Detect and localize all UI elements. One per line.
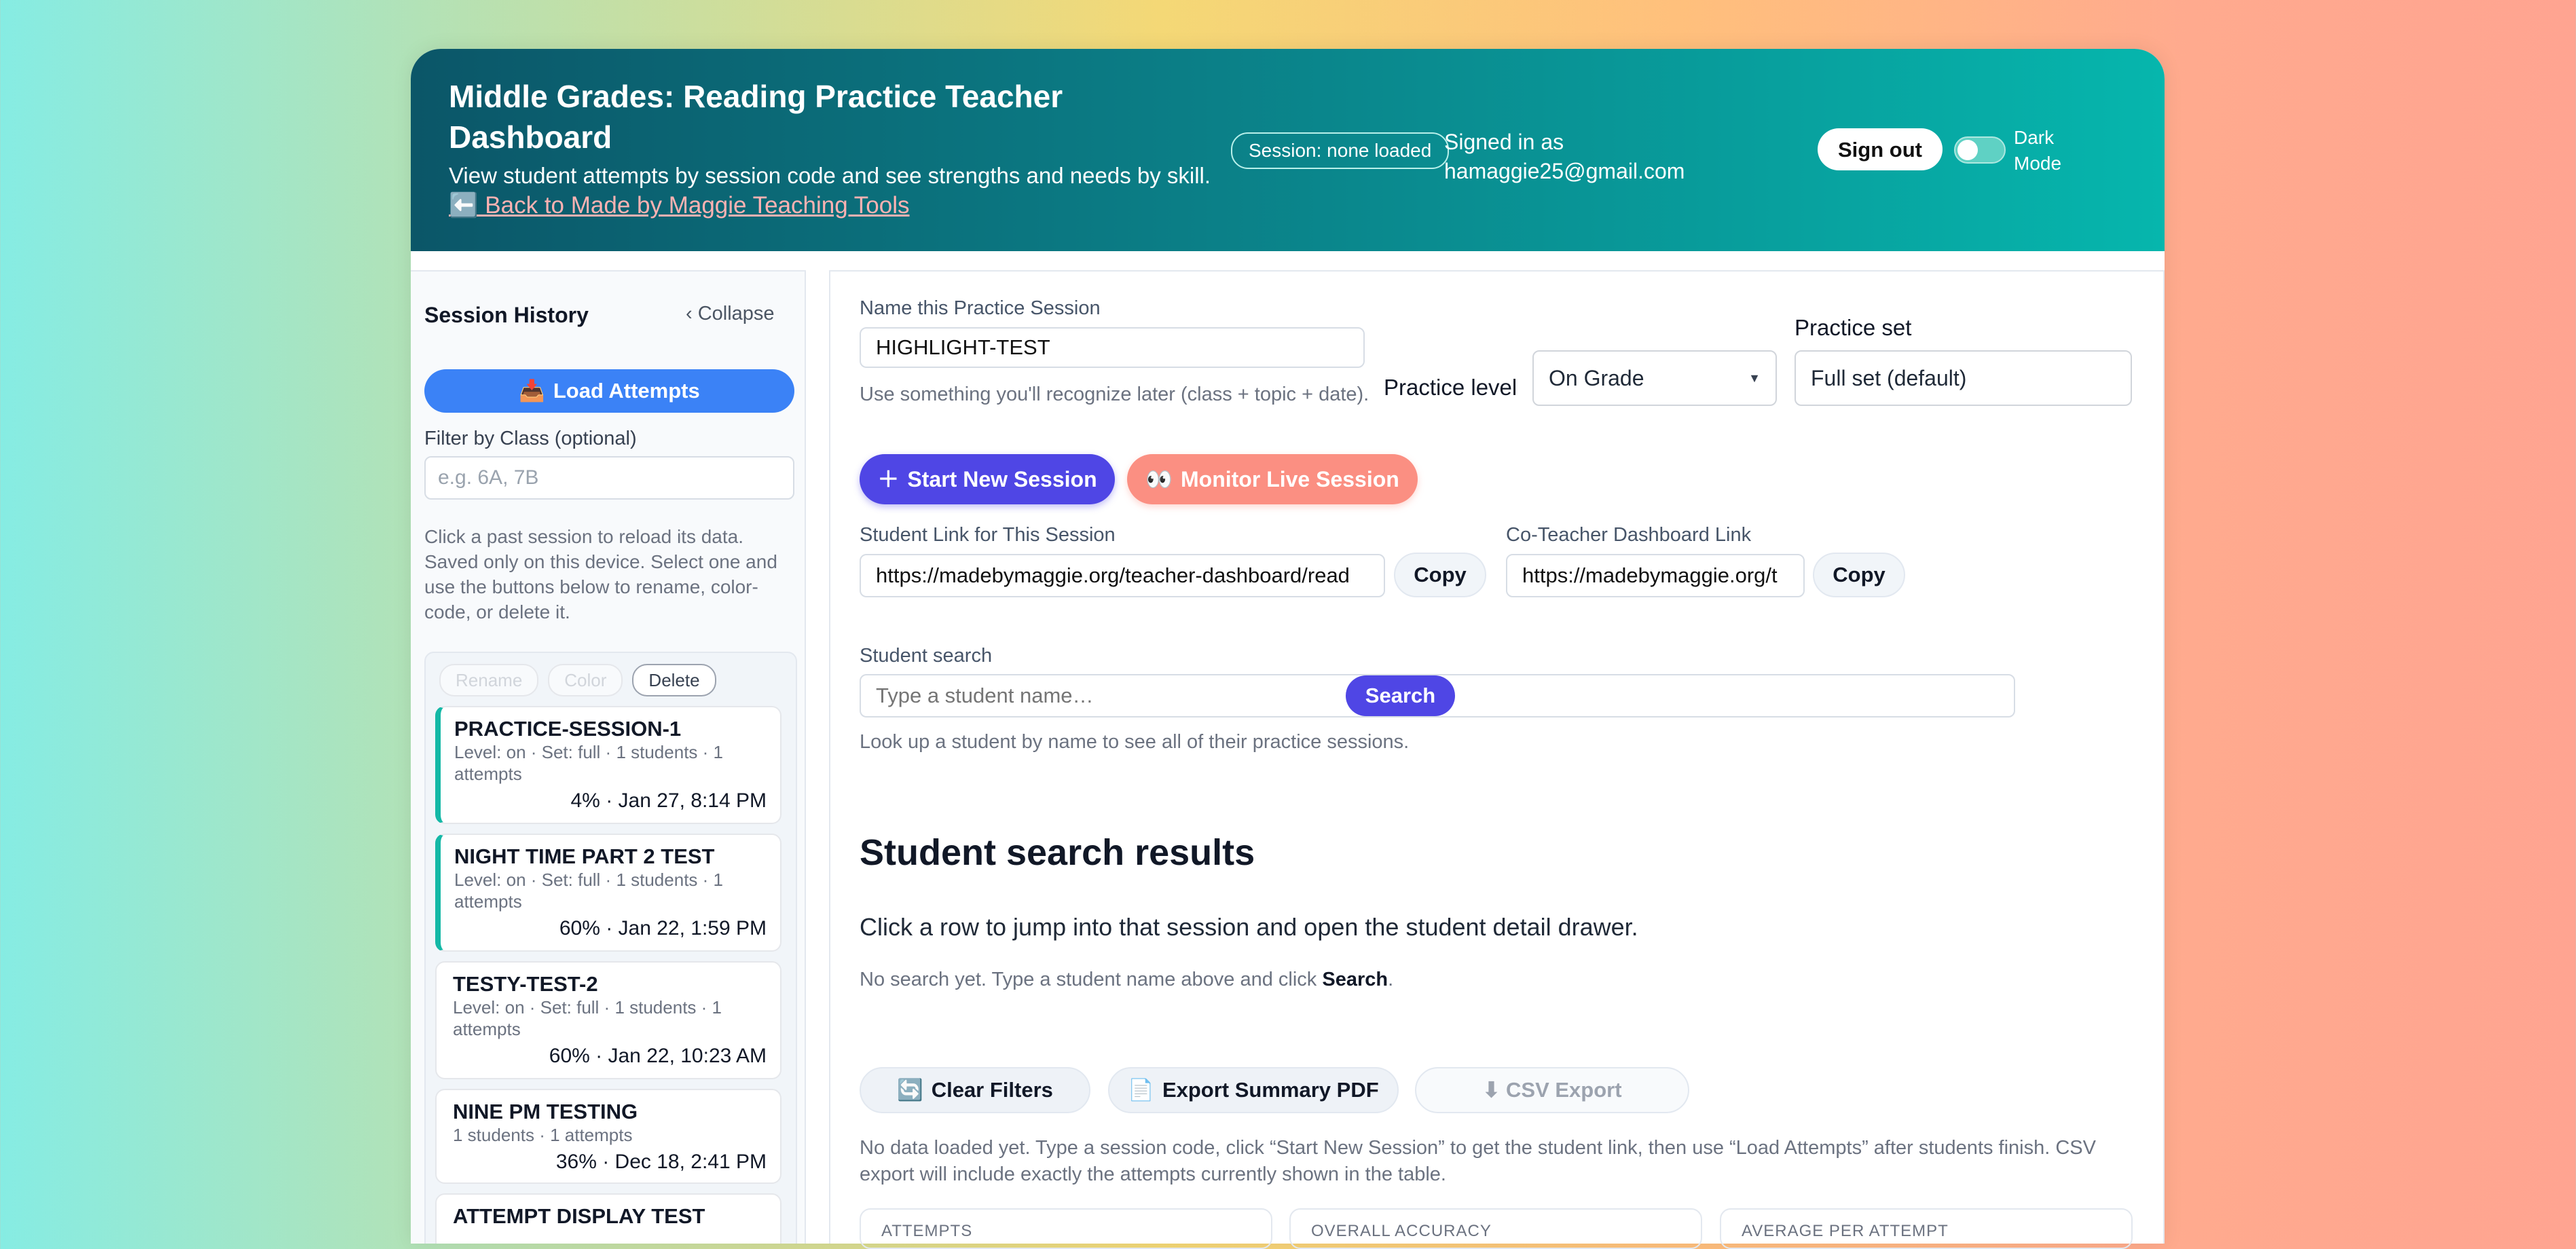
stat-attempts: ATTEMPTS <box>860 1208 1272 1249</box>
class-filter-input[interactable] <box>424 456 794 500</box>
sidebar-title: Session History <box>424 303 589 327</box>
monitor-session-label: Monitor Live Session <box>1181 467 1399 491</box>
collapse-label: Collapse <box>697 303 775 324</box>
page-title: Middle Grades: Reading Practice Teacher … <box>449 79 1063 155</box>
start-session-label: Start New Session <box>907 467 1097 491</box>
chevron-left-icon: ‹ <box>686 303 698 324</box>
dashboard-card: Middle Grades: Reading Practice Teacher … <box>411 49 2165 1244</box>
empty-prefix: No search yet. Type a student name above… <box>860 969 1323 990</box>
search-results-description: Click a row to jump into that session an… <box>860 913 1638 941</box>
header-banner: Middle Grades: Reading Practice Teacher … <box>411 49 2165 251</box>
dark-mode-label: Dark Mode <box>2014 127 2062 174</box>
inbox-icon: 📥 <box>519 379 545 403</box>
sign-out-button[interactable]: Sign out <box>1818 128 1943 170</box>
load-attempts-button[interactable]: 📥 Load Attempts <box>424 369 794 413</box>
session-name: NIGHT TIME PART 2 TEST <box>454 844 715 868</box>
session-meta: Level: on · Set: full · 1 students · 1 a… <box>454 870 723 912</box>
coteacher-link-label: Co-Teacher Dashboard Link <box>1506 524 1752 546</box>
signed-in-label: Signed in as <box>1444 130 1564 154</box>
signed-in-info: Signed in as hamaggie25@gmail.com <box>1444 128 1729 186</box>
session-meta: Level: on · Set: full · 1 students · 1 a… <box>453 997 722 1039</box>
practice-level-label: Practice level <box>1384 375 1517 400</box>
clear-filters-button[interactable]: 🔄 Clear Filters <box>860 1067 1090 1113</box>
signed-in-email: hamaggie25@gmail.com <box>1444 159 1685 183</box>
no-data-note: No data loaded yet. Type a session code,… <box>860 1137 2096 1185</box>
page-subtitle: View student attempts by session code an… <box>449 163 1211 188</box>
session-date: 60% · Jan 22, 1:59 PM <box>559 917 767 939</box>
session-date: 36% · Dec 18, 2:41 PM <box>555 1151 767 1173</box>
session-meta: Level: on · Set: full · 1 students · 1 a… <box>454 742 723 784</box>
color-button[interactable]: Color <box>548 664 623 696</box>
export-pdf-button[interactable]: 📄 Export Summary PDF <box>1108 1067 1399 1113</box>
session-actions: Rename Color Delete <box>439 664 726 696</box>
eyes-icon: 👀 <box>1145 467 1173 491</box>
session-name: ATTEMPT DISPLAY TEST <box>453 1204 705 1228</box>
session-meta: 1 students · 1 attempts <box>453 1125 633 1145</box>
start-new-session-button[interactable]: ＋ Start New Session <box>860 454 1115 504</box>
empty-search-word: Search <box>1322 969 1388 990</box>
search-results-title: Student search results <box>860 832 1255 873</box>
practice-level-value: On Grade <box>1549 366 1644 390</box>
copy-coteacher-link-button[interactable]: Copy <box>1813 553 1905 597</box>
session-name: PRACTICE-SESSION-1 <box>454 717 682 741</box>
search-hint: Look up a student by name to see all of … <box>860 731 1410 753</box>
toggle-knob <box>1957 140 1978 160</box>
export-pdf-label: Export Summary PDF <box>1162 1078 1379 1102</box>
empty-suffix: . <box>1388 969 1394 990</box>
student-search-label: Student search <box>860 645 993 667</box>
delete-button[interactable]: Delete <box>632 664 716 696</box>
coteacher-link-field[interactable] <box>1506 554 1805 597</box>
refresh-icon: 🔄 <box>897 1078 923 1102</box>
session-date: 60% · Jan 22, 10:23 AM <box>549 1045 767 1067</box>
filter-label: Filter by Class (optional) <box>424 428 637 449</box>
csv-export-button[interactable]: ⬇ CSV Export <box>1415 1067 1689 1113</box>
dark-mode-toggle[interactable] <box>1954 136 2006 164</box>
document-icon: 📄 <box>1128 1078 1154 1102</box>
stat-average-per-attempt: AVERAGE PER ATTEMPT <box>1720 1208 2133 1249</box>
copy-student-link-button[interactable]: Copy <box>1394 553 1486 597</box>
session-status-badge: Session: none loaded <box>1231 132 1450 169</box>
session-history-sidebar: Session History ‹ Collapse 📥 Load Attempt… <box>411 270 806 1244</box>
session-name: NINE PM TESTING <box>453 1100 638 1123</box>
session-name-hint: Use something you'll recognize later (cl… <box>860 384 1369 405</box>
session-name-input[interactable] <box>860 327 1365 368</box>
session-date: 4% · Jan 27, 8:14 PM <box>570 789 767 812</box>
clear-filters-label: Clear Filters <box>931 1078 1053 1102</box>
search-button[interactable]: Search <box>1346 675 1455 716</box>
session-item[interactable]: NINE PM TESTING 1 students · 1 attempts … <box>435 1089 781 1184</box>
practice-level-select[interactable]: On Grade ▼ <box>1532 350 1777 406</box>
session-item[interactable]: PRACTICE-SESSION-1 Level: on · Set: full… <box>435 706 781 824</box>
practice-set-label: Practice set <box>1795 315 1912 340</box>
plus-icon: ＋ <box>877 467 900 491</box>
monitor-live-session-button[interactable]: 👀 Monitor Live Session <box>1127 454 1418 504</box>
back-link[interactable]: ⬅️ Back to Made by Maggie Teaching Tools <box>449 191 910 219</box>
student-link-label: Student Link for This Session <box>860 524 1116 546</box>
session-name: TESTY-TEST-2 <box>453 972 598 996</box>
student-link-field[interactable] <box>860 554 1385 597</box>
session-list: Rename Color Delete PRACTICE-SESSION-1 Lev… <box>424 652 797 1244</box>
rename-button[interactable]: Rename <box>439 664 539 696</box>
session-item[interactable]: NIGHT TIME PART 2 TEST Level: on · Set: … <box>435 834 781 952</box>
search-results-empty: No search yet. Type a student name above… <box>860 969 1393 991</box>
stat-overall-accuracy: OVERALL ACCURACY <box>1289 1208 1702 1249</box>
collapse-button[interactable]: ‹ Collapse <box>686 303 775 325</box>
practice-set-value: Full set (default) <box>1811 366 1967 390</box>
session-name-label: Name this Practice Session <box>860 297 1101 319</box>
load-attempts-label: Load Attempts <box>553 379 700 403</box>
practice-set-select[interactable]: Full set (default) <box>1795 350 2132 406</box>
chevron-down-icon: ▼ <box>1748 371 1761 385</box>
session-item[interactable]: TESTY-TEST-2 Level: on · Set: full · 1 s… <box>435 961 781 1079</box>
sidebar-help-text: Click a past session to reload its data.… <box>424 526 777 622</box>
